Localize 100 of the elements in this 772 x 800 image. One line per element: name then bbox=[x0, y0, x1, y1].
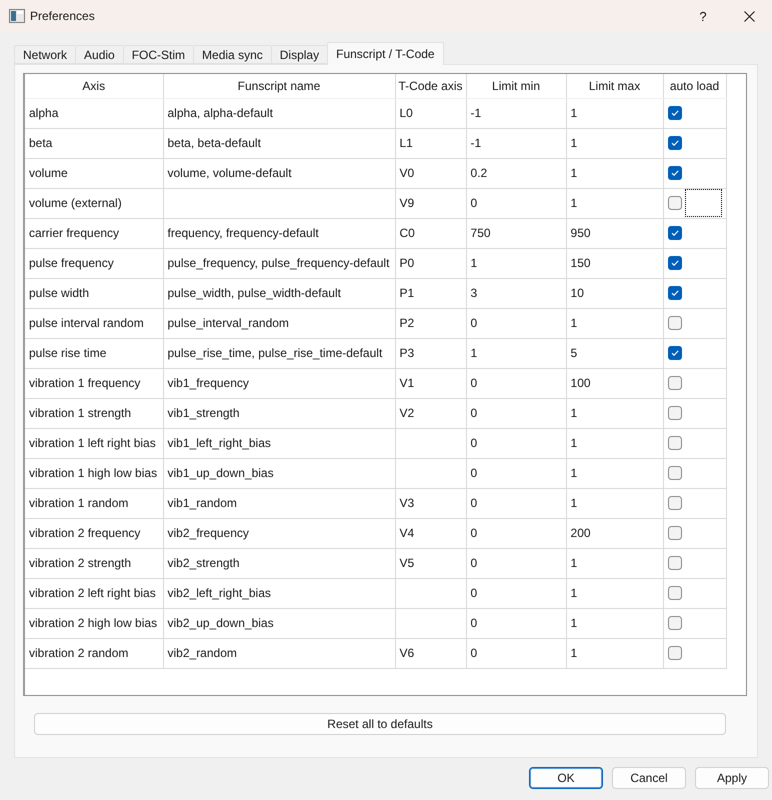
checkbox[interactable] bbox=[668, 226, 682, 240]
checkbox[interactable] bbox=[668, 616, 682, 630]
checkbox[interactable] bbox=[668, 496, 682, 510]
table-cell: pulse width bbox=[25, 278, 163, 308]
checkbox[interactable] bbox=[668, 526, 682, 540]
close-icon bbox=[744, 10, 754, 22]
table-cell: 1 bbox=[566, 608, 664, 638]
table-cell: 1 bbox=[566, 578, 664, 608]
help-button[interactable]: ? bbox=[680, 0, 726, 32]
table-cell: V5 bbox=[395, 548, 466, 578]
table-cell: vibration 2 random bbox=[25, 638, 163, 668]
table-cell: vibration 1 random bbox=[25, 488, 163, 518]
table-cell: 0 bbox=[466, 518, 566, 548]
checkbox[interactable] bbox=[668, 106, 682, 120]
table-cell: alpha, alpha-default bbox=[163, 98, 395, 128]
table-cell: 1 bbox=[566, 548, 664, 578]
table-cell: 0 bbox=[466, 308, 566, 338]
table-cell: pulse interval random bbox=[25, 308, 163, 338]
table-cell: 5 bbox=[566, 338, 664, 368]
table-cell: 100 bbox=[566, 368, 664, 398]
table-cell: 1 bbox=[566, 158, 664, 188]
table-cell: pulse rise time bbox=[25, 338, 163, 368]
table-cell: P0 bbox=[395, 248, 466, 278]
checkbox[interactable] bbox=[668, 286, 682, 300]
table-cell: vib2_left_right_bias bbox=[163, 578, 395, 608]
window-title: Preferences bbox=[30, 9, 95, 23]
checkbox[interactable] bbox=[668, 556, 682, 570]
dialog-button[interactable]: OK bbox=[529, 767, 603, 789]
table-cell: C0 bbox=[395, 218, 466, 248]
table-cell: vibration 2 left right bias bbox=[25, 578, 163, 608]
table-cell: vibration 2 strength bbox=[25, 548, 163, 578]
checkbox[interactable] bbox=[668, 316, 682, 330]
tab[interactable]: Media sync bbox=[193, 45, 271, 64]
table-cell: 150 bbox=[566, 248, 664, 278]
tab[interactable]: Network bbox=[14, 45, 76, 64]
column-header[interactable]: Funscript name bbox=[163, 74, 395, 98]
table-cell: 0 bbox=[466, 548, 566, 578]
table-cell: L0 bbox=[395, 98, 466, 128]
table-cell: vib1_up_down_bias bbox=[163, 458, 395, 488]
table-cell: vibration 1 strength bbox=[25, 398, 163, 428]
table-cell: 1 bbox=[566, 308, 664, 338]
table-cell: 0 bbox=[466, 398, 566, 428]
table-cell: vib2_strength bbox=[163, 548, 395, 578]
dialog-button[interactable]: Cancel bbox=[612, 767, 686, 789]
app-icon bbox=[9, 9, 25, 23]
checkbox[interactable] bbox=[668, 436, 682, 450]
table-cell: vibration 2 frequency bbox=[25, 518, 163, 548]
checkbox[interactable] bbox=[668, 136, 682, 150]
table-cell: beta, beta-default bbox=[163, 128, 395, 158]
column-header[interactable]: T-Code axis bbox=[395, 74, 466, 98]
dialog-button[interactable]: Apply bbox=[695, 767, 769, 789]
table-cell: vib1_left_right_bias bbox=[163, 428, 395, 458]
column-header[interactable]: Limit min bbox=[466, 74, 566, 98]
table-cell: P1 bbox=[395, 278, 466, 308]
table-cell: pulse frequency bbox=[25, 248, 163, 278]
checkbox[interactable] bbox=[668, 466, 682, 480]
column-header[interactable]: auto load bbox=[663, 74, 726, 98]
checkbox[interactable] bbox=[668, 646, 682, 660]
table-cell: vibration 1 frequency bbox=[25, 368, 163, 398]
table-cell: vib2_random bbox=[163, 638, 395, 668]
table-cell: pulse_frequency, pulse_frequency-default bbox=[163, 248, 395, 278]
table-cell: 0 bbox=[466, 428, 566, 458]
table-cell: V3 bbox=[395, 488, 466, 518]
table-cell: volume, volume-default bbox=[163, 158, 395, 188]
table-cell: pulse_interval_random bbox=[163, 308, 395, 338]
table-cell: alpha bbox=[25, 98, 163, 128]
table-cell: V4 bbox=[395, 518, 466, 548]
table-cell: pulse_width, pulse_width-default bbox=[163, 278, 395, 308]
table-cell: vib2_frequency bbox=[163, 518, 395, 548]
checkbox[interactable] bbox=[668, 166, 682, 180]
tab[interactable]: FOC-Stim bbox=[122, 45, 194, 64]
column-header[interactable]: Limit max bbox=[566, 74, 664, 98]
table-cell: vibration 1 high low bias bbox=[25, 458, 163, 488]
table-cell: pulse_rise_time, pulse_rise_time-default bbox=[163, 338, 395, 368]
table-cell: volume (external) bbox=[25, 188, 163, 218]
checkbox[interactable] bbox=[668, 406, 682, 420]
table-cell: 1 bbox=[466, 338, 566, 368]
checkbox[interactable] bbox=[668, 376, 682, 390]
table-cell: 1 bbox=[566, 458, 664, 488]
tab[interactable]: Funscript / T-Code bbox=[327, 42, 444, 65]
table-cell: frequency, frequency-default bbox=[163, 218, 395, 248]
table-cell: -1 bbox=[466, 98, 566, 128]
table-cell: vib1_strength bbox=[163, 398, 395, 428]
table-cell: 0 bbox=[466, 368, 566, 398]
table-cell: 750 bbox=[466, 218, 566, 248]
table-cell: -1 bbox=[466, 128, 566, 158]
checkbox[interactable] bbox=[668, 256, 682, 270]
reset-button[interactable]: Reset all to defaults bbox=[34, 713, 726, 735]
column-header[interactable]: Axis bbox=[25, 74, 163, 98]
table-cell: 0 bbox=[466, 458, 566, 488]
table-cell: V1 bbox=[395, 368, 466, 398]
table-cell: 3 bbox=[466, 278, 566, 308]
checkbox[interactable] bbox=[668, 346, 682, 360]
table-cell: 0.2 bbox=[466, 158, 566, 188]
tab[interactable]: Audio bbox=[75, 45, 123, 64]
table-cell: carrier frequency bbox=[25, 218, 163, 248]
table-cell: 0 bbox=[466, 488, 566, 518]
tab[interactable]: Display bbox=[270, 45, 328, 64]
checkbox[interactable] bbox=[668, 196, 682, 210]
checkbox[interactable] bbox=[668, 586, 682, 600]
